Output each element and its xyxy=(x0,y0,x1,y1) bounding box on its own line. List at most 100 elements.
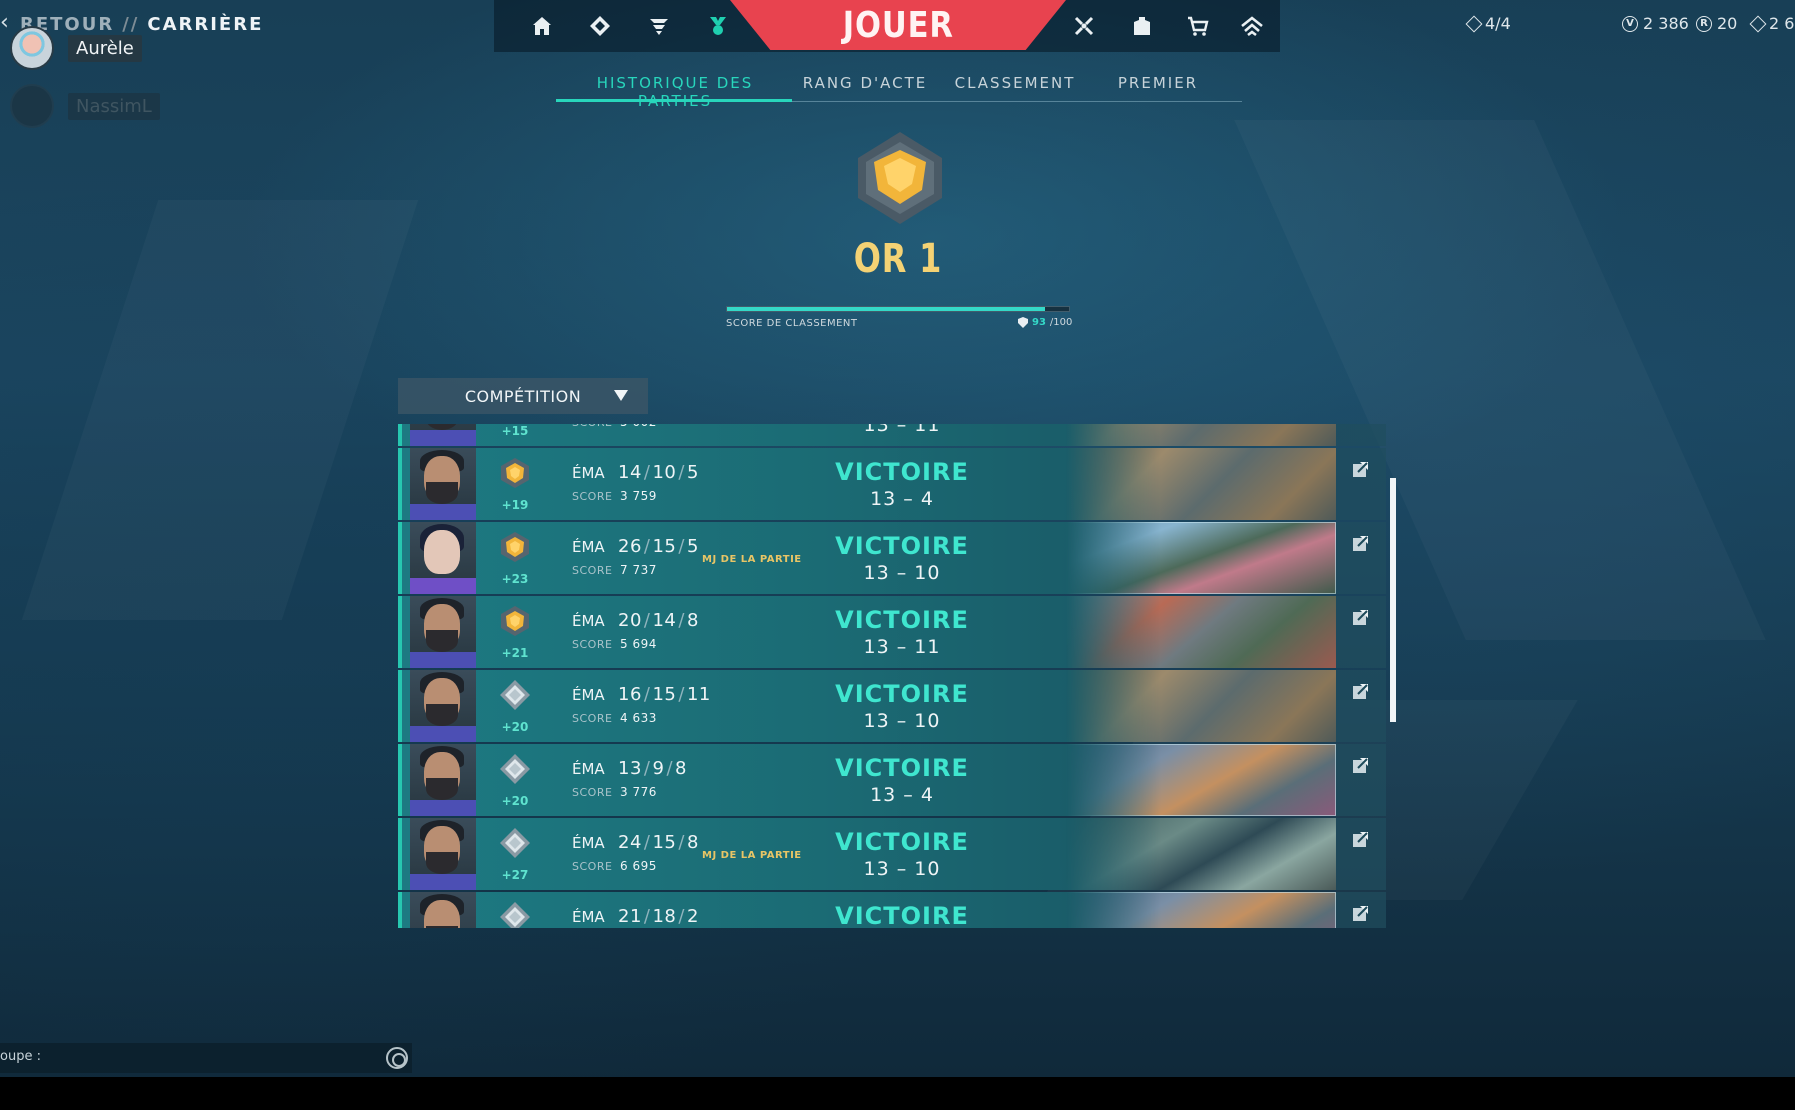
open-details-icon xyxy=(1353,906,1368,921)
avatar xyxy=(10,84,54,128)
round-score: 13 – 10 xyxy=(863,710,941,732)
agent-portrait xyxy=(410,448,476,520)
assists: 2 xyxy=(686,906,699,927)
match-details-button[interactable] xyxy=(1336,596,1386,668)
match-summary[interactable]: +15ÉMASCORE5 00213 – 11 xyxy=(398,424,1336,446)
tab-match-history[interactable]: HISTORIQUE DES PARTIES xyxy=(562,74,788,110)
rr-gain: +20 xyxy=(501,720,529,734)
queue-dropdown[interactable]: COMPÉTITION xyxy=(398,378,648,414)
match-details-button[interactable] xyxy=(1336,818,1386,890)
radianite-points[interactable]: R 20 xyxy=(1696,14,1737,33)
kills: 24 xyxy=(618,832,642,853)
collection-locker-icon[interactable] xyxy=(1128,12,1156,40)
chat-input[interactable]: oupe : xyxy=(0,1043,412,1073)
gold-rank-icon xyxy=(498,530,532,564)
agent-portrait xyxy=(410,424,476,446)
match-row[interactable]: +20 ÉMA 16/15/11 SCORE 4 633 VICTOIRE 13 – 10 xyxy=(398,670,1386,742)
top-navigation: ‹ RETOUR//CARRIÈRE JOUER 4/4 V 2 386 R 2… xyxy=(0,0,1795,52)
match-details-button[interactable] xyxy=(1336,448,1386,520)
kills: 21 xyxy=(618,906,642,927)
scrollbar[interactable] xyxy=(1390,478,1396,722)
match-summary[interactable]: +20 ÉMA 13/9/8 SCORE 3 776 VICTOIRE 13 – 4 xyxy=(398,744,1336,816)
match-details-button[interactable] xyxy=(1336,424,1386,446)
collection-icon[interactable] xyxy=(1070,12,1098,40)
assists: 11 xyxy=(686,684,711,705)
kingdom-credits[interactable]: 2 6 xyxy=(1749,14,1794,33)
play-button[interactable]: JOUER xyxy=(730,0,1066,50)
deaths: 18 xyxy=(652,906,677,927)
combat-score: 6 695 xyxy=(620,859,657,873)
rank-icon[interactable] xyxy=(1238,12,1266,40)
back-arrow-icon[interactable]: ‹ xyxy=(0,10,9,35)
match-row[interactable]: +27 ÉMA 24/15/8 SCORE 6 695 MJ DE LA PARTIE VI… xyxy=(398,818,1386,890)
party-member[interactable]: Aurèle xyxy=(10,26,142,70)
game-mode: ÉMA xyxy=(572,612,605,630)
rank-rating-fill xyxy=(727,307,1046,311)
match-summary[interactable]: +23 ÉMA 26/15/5 SCORE 7 737 MJ DE LA PARTIE VI… xyxy=(398,522,1336,594)
open-details-icon xyxy=(1353,758,1368,773)
match-details-button[interactable] xyxy=(1336,522,1386,594)
party-member-name: NassimL xyxy=(68,92,160,120)
rr-gain: +21 xyxy=(501,646,529,660)
kills: 16 xyxy=(618,684,642,705)
match-row[interactable]: +15ÉMASCORE5 00213 – 11 xyxy=(398,424,1386,446)
match-summary[interactable]: +20 ÉMA 16/15/11 SCORE 4 633 VICTOIRE 13 – 10 xyxy=(398,670,1336,742)
silver-rank-icon xyxy=(498,752,532,786)
career-icon[interactable] xyxy=(645,12,673,40)
combat-score: 4 633 xyxy=(620,711,657,725)
match-summary[interactable]: +19 ÉMA 14/10/5 SCORE 3 759 VICTOIRE 13 – 4 xyxy=(398,448,1336,520)
kills: 20 xyxy=(618,610,642,631)
tab-leaderboard[interactable]: CLASSEMENT xyxy=(948,74,1082,92)
open-details-icon xyxy=(1353,684,1368,699)
match-mvp-badge: MJ DE LA PARTIE xyxy=(702,554,802,565)
kingdom-icon xyxy=(1749,15,1767,32)
open-details-icon xyxy=(1353,462,1368,477)
match-summary[interactable]: +27 ÉMA 24/15/8 SCORE 6 695 MJ DE LA PARTIE VI… xyxy=(398,818,1336,890)
match-row[interactable]: +21 ÉMA 20/14/8 SCORE 5 694 VICTOIRE 13 – 11 xyxy=(398,596,1386,668)
match-row[interactable]: +23 ÉMA 26/15/5 SCORE 7 737 MJ DE LA PARTIE VI… xyxy=(398,522,1386,594)
match-row[interactable]: +20 ÉMA 13/9/8 SCORE 3 776 VICTOIRE 13 – 4 xyxy=(398,744,1386,816)
home-icon[interactable] xyxy=(528,12,556,40)
deaths: 15 xyxy=(652,684,677,705)
store-icon[interactable] xyxy=(1184,12,1212,40)
agent-portrait xyxy=(410,670,476,742)
map-thumbnail xyxy=(1066,522,1336,594)
match-row[interactable]: +19 ÉMA 14/10/5 SCORE 3 759 VICTOIRE 13 – 4 xyxy=(398,448,1386,520)
map-thumbnail xyxy=(1066,448,1336,520)
combat-score: 3 776 xyxy=(620,785,657,799)
career-tabs: HISTORIQUE DES PARTIES RANG D'ACTE CLASS… xyxy=(556,72,1242,110)
score-label: SCORE xyxy=(572,490,613,503)
match-details-button[interactable] xyxy=(1336,892,1386,928)
chat-channel-label: oupe : xyxy=(0,1049,41,1064)
round-score: 13 – 11 xyxy=(863,424,941,436)
kda: 24/15/8 xyxy=(618,832,699,853)
battlepass-icon[interactable] xyxy=(704,12,732,40)
agents-icon[interactable] xyxy=(586,12,614,40)
queue-selected: COMPÉTITION xyxy=(464,386,582,406)
gold-rank-icon xyxy=(498,604,532,638)
rank-name: OR 1 xyxy=(853,236,943,282)
party-member[interactable]: NassimL xyxy=(10,84,160,128)
kda: 13/9/8 xyxy=(618,758,687,779)
match-result: VICTOIRE xyxy=(835,606,969,634)
game-mode: ÉMA xyxy=(572,464,605,482)
match-row[interactable]: ÉMA 21/18/2 VICTOIRE xyxy=(398,892,1386,928)
rr-max: /100 xyxy=(1049,317,1073,328)
combat-score: 5 002 xyxy=(620,424,657,429)
bottom-bar xyxy=(0,1077,1795,1110)
match-history-list[interactable]: +15 ÉMA SCORE 5 002 13 – 11 +19 ÉMA 14/10/5 SCOR… xyxy=(398,424,1386,928)
match-summary[interactable]: ÉMA 21/18/2 VICTOIRE xyxy=(398,892,1336,928)
kingdom-points: 4/4 xyxy=(1465,14,1511,33)
rr-gain: +19 xyxy=(501,498,529,512)
chat-icon[interactable] xyxy=(386,1047,408,1069)
silver-rank-icon xyxy=(498,900,532,928)
tab-act-rank[interactable]: RANG D'ACTE xyxy=(802,74,928,92)
rr-gain: +20 xyxy=(501,794,529,808)
match-summary[interactable]: +21 ÉMA 20/14/8 SCORE 5 694 VICTOIRE 13 – 11 xyxy=(398,596,1336,668)
match-details-button[interactable] xyxy=(1336,744,1386,816)
match-result: VICTOIRE xyxy=(835,754,969,782)
match-details-button[interactable] xyxy=(1336,670,1386,742)
valorant-points[interactable]: V 2 386 xyxy=(1622,14,1689,33)
game-mode: ÉMA xyxy=(572,538,605,556)
tab-premier[interactable]: PREMIER xyxy=(1108,74,1208,92)
